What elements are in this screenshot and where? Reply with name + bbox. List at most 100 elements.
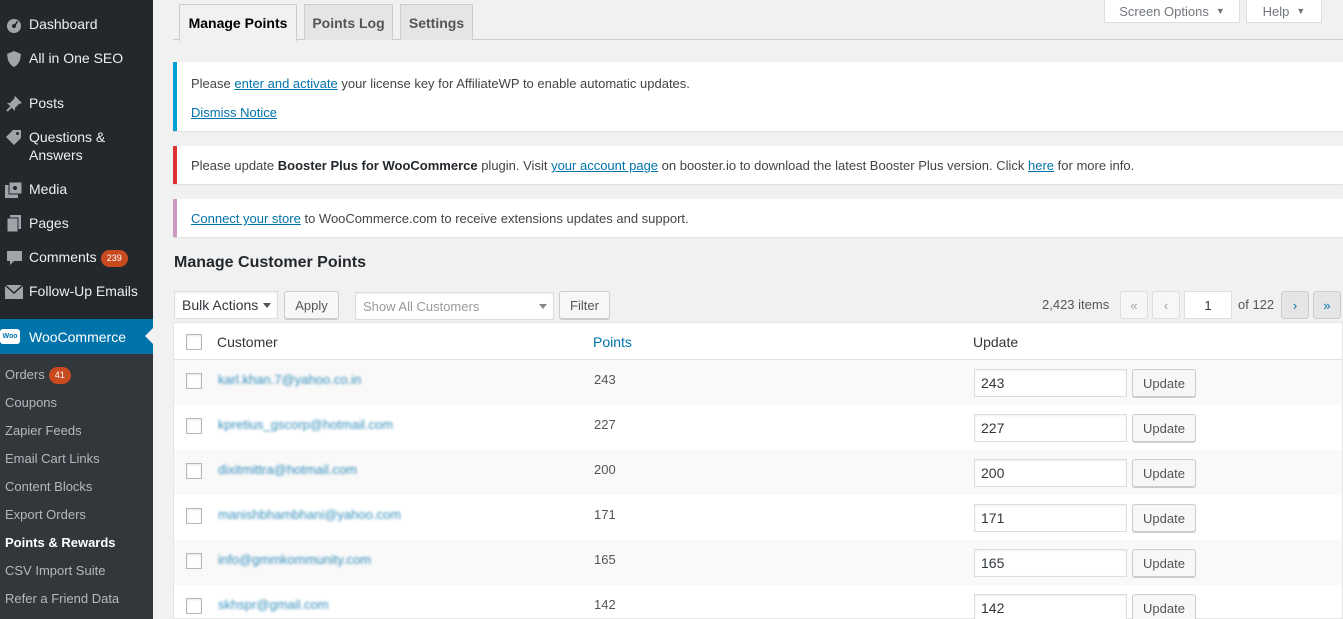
points-update-input[interactable] <box>974 369 1127 397</box>
points-value: 142 <box>594 597 616 612</box>
points-value: 165 <box>594 552 616 567</box>
tab-label: Manage Points <box>188 15 288 31</box>
last-page-button[interactable]: » <box>1313 291 1341 319</box>
row-checkbox[interactable] <box>186 463 202 479</box>
submenu-item-zapier-feeds[interactable]: Zapier Feeds <box>5 423 82 439</box>
row-checkbox[interactable] <box>186 553 202 569</box>
submenu-item-email-cart-links[interactable]: Email Cart Links <box>5 451 100 467</box>
apply-button[interactable]: Apply <box>284 291 339 319</box>
menu-item-follow-up-emails[interactable]: Follow-Up Emails <box>0 282 153 302</box>
current-page-input[interactable] <box>1184 291 1232 319</box>
apply-label: Apply <box>295 297 328 313</box>
customer-email-link[interactable]: karl.khan.7@yahoo.co.in <box>218 372 361 387</box>
tab-points-log[interactable]: Points Log <box>304 4 393 40</box>
submenu-label: Zapier Feeds <box>5 423 82 438</box>
tag-icon <box>4 128 24 148</box>
points-update-input[interactable] <box>974 459 1127 487</box>
column-header-points[interactable]: Points <box>593 334 632 350</box>
update-button[interactable]: Update <box>1132 504 1196 532</box>
submenu-item-export-orders[interactable]: Export Orders <box>5 507 86 523</box>
points-update-input[interactable] <box>974 504 1127 532</box>
first-page-icon: « <box>1130 297 1138 313</box>
submenu-label: Refer a Friend Data <box>5 591 120 606</box>
submenu-item-csv-import-suite[interactable]: CSV Import Suite <box>5 563 105 579</box>
shield-icon <box>4 49 24 69</box>
menu-label: Comments <box>29 249 97 265</box>
tab-settings[interactable]: Settings <box>400 4 473 40</box>
update-button[interactable]: Update <box>1132 414 1196 442</box>
customer-email-link[interactable]: kpretius_gscorp@hotmail.com <box>218 417 393 432</box>
menu-item-woocommerce[interactable]: Woo WooCommerce <box>0 319 153 354</box>
customer-filter-select[interactable]: Show All Customers <box>355 292 554 320</box>
prev-page-button[interactable]: ‹ <box>1152 291 1180 319</box>
update-label: Update <box>1143 555 1185 571</box>
points-value: 227 <box>594 417 616 432</box>
menu-item-comments[interactable]: Comments 239 <box>0 248 153 268</box>
pin-icon <box>4 94 24 114</box>
booster-notice: Please update Booster Plus for WooCommer… <box>173 146 1343 184</box>
tab-manage-points[interactable]: Manage Points <box>179 4 297 41</box>
update-button[interactable]: Update <box>1132 459 1196 487</box>
menu-label: Posts <box>29 95 65 111</box>
row-checkbox[interactable] <box>186 598 202 614</box>
submenu-label: Export Orders <box>5 507 86 522</box>
first-page-button[interactable]: « <box>1120 291 1148 319</box>
customer-email-link[interactable]: skhspr@gmail.com <box>218 597 329 612</box>
enter-activate-link[interactable]: enter and activate <box>234 76 337 91</box>
points-update-input[interactable] <box>974 549 1127 577</box>
customer-points-table: Customer Points Update karl.khan.7@yahoo… <box>173 322 1343 619</box>
update-button[interactable]: Update <box>1132 549 1196 577</box>
customer-email-link[interactable]: dixitmittra@hotmail.com <box>218 462 357 477</box>
table-row: karl.khan.7@yahoo.co.in 243 Update <box>174 360 1342 405</box>
customer-email-link[interactable]: info@gmmkommunity.com <box>218 552 371 567</box>
select-all-checkbox[interactable] <box>186 334 202 350</box>
help-button[interactable]: Help ▼ <box>1246 0 1322 23</box>
screen-options-button[interactable]: Screen Options ▼ <box>1104 0 1240 23</box>
row-checkbox[interactable] <box>186 508 202 524</box>
menu-item-media[interactable]: Media <box>0 180 153 200</box>
more-info-link[interactable]: here <box>1028 158 1054 173</box>
submenu-item-points-rewards[interactable]: Points & Rewards <box>5 535 116 551</box>
row-checkbox[interactable] <box>186 373 202 389</box>
submenu-item-refer-a-friend-data[interactable]: Refer a Friend Data <box>5 591 119 607</box>
submenu-label: Email Cart Links <box>5 451 100 466</box>
prev-page-icon: ‹ <box>1163 297 1169 313</box>
update-button[interactable]: Update <box>1132 369 1196 397</box>
pages-icon <box>4 214 24 234</box>
dismiss-notice-link[interactable]: Dismiss Notice <box>191 105 277 120</box>
next-page-button[interactable]: › <box>1281 291 1309 319</box>
submenu-item-coupons[interactable]: Coupons <box>5 395 57 411</box>
menu-label: Questions & <box>29 129 106 145</box>
orders-count-badge: 41 <box>48 367 71 384</box>
submenu-item-orders[interactable]: Orders 41 <box>5 367 71 384</box>
menu-label: Dashboard <box>29 16 98 32</box>
menu-item-posts[interactable]: Posts <box>0 94 153 114</box>
menu-label-line2: Answers <box>29 147 83 163</box>
comments-count-badge: 239 <box>100 250 128 267</box>
menu-item-questions-answers[interactable]: Questions & Answers <box>0 128 153 164</box>
menu-item-all-in-one-seo[interactable]: All in One SEO <box>0 49 153 69</box>
menu-label-group: Questions & Answers <box>29 128 153 164</box>
points-update-input[interactable] <box>974 594 1127 619</box>
menu-label: All in One SEO <box>29 50 124 66</box>
submenu-label: Orders <box>5 367 45 382</box>
points-update-input[interactable] <box>974 414 1127 442</box>
woocommerce-submenu: Orders 41 Coupons Zapier Feeds Email Cart… <box>0 354 153 619</box>
update-label: Update <box>1143 465 1185 481</box>
update-button[interactable]: Update <box>1132 594 1196 619</box>
filter-button[interactable]: Filter <box>559 291 610 319</box>
account-page-link[interactable]: your account page <box>551 158 658 173</box>
submenu-item-content-blocks[interactable]: Content Blocks <box>5 479 92 495</box>
connect-store-link[interactable]: Connect your store <box>191 211 301 226</box>
column-header-customer: Customer <box>217 334 278 350</box>
table-row: skhspr@gmail.com 142 Update <box>174 585 1342 619</box>
menu-item-pages[interactable]: Pages <box>0 214 153 234</box>
menu-item-dashboard[interactable]: Dashboard <box>0 15 153 35</box>
row-checkbox[interactable] <box>186 418 202 434</box>
booster-notice-text: Please update Booster Plus for WooCommer… <box>191 158 1134 173</box>
bulk-actions-select[interactable]: Bulk Actions <box>174 291 278 319</box>
submenu-label: Content Blocks <box>5 479 93 494</box>
customer-email-link[interactable]: manishbhambhani@yahoo.com <box>218 507 401 522</box>
media-icon <box>4 180 24 200</box>
license-notice-text: Please enter and activate your license k… <box>191 76 690 91</box>
